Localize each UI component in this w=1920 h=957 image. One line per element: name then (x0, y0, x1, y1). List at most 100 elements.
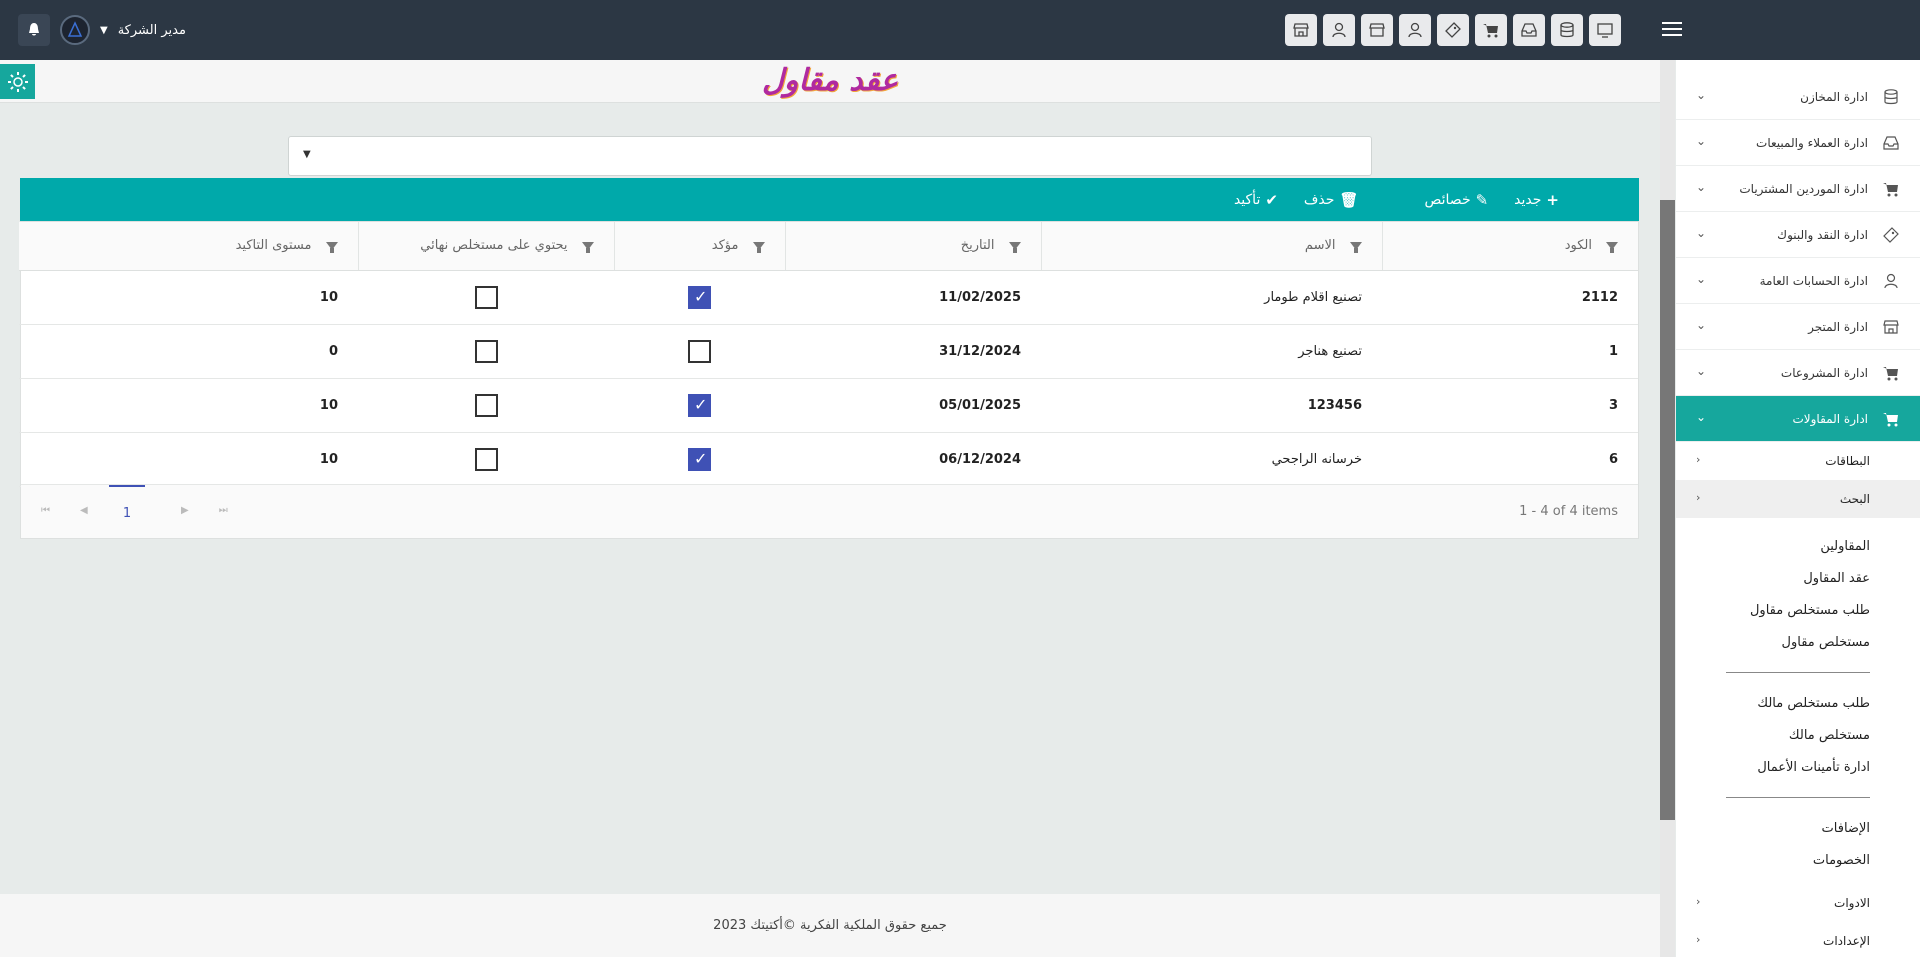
avatar[interactable] (60, 15, 90, 45)
tag-icon[interactable] (1437, 14, 1469, 46)
pager-info: 1 - 4 of 4 items (1519, 504, 1618, 519)
col-header-name[interactable]: الاسم (1040, 222, 1382, 271)
sidebar-link-owner-extract-request[interactable]: طلب مستخلص مالك (1676, 687, 1920, 719)
sidebar-divider (1726, 672, 1870, 673)
col-header-level[interactable]: مستوى التاكيد (19, 222, 358, 271)
sidebar-sub-cards[interactable]: البطاقات ‹ (1676, 442, 1920, 480)
menu-icon[interactable] (1660, 18, 1684, 42)
sidebar-item-contracting[interactable]: ادارة المقاولات ⌄ (1676, 396, 1920, 442)
grid-toolbar: + جديد ✎ خصائص 🗑 حذف ✔ تأكيد (20, 178, 1639, 221)
table-row[interactable]: 6 خرسانه الراجحي 06/12/2024 10 (19, 432, 1638, 487)
has-final-checkbox[interactable] (474, 447, 498, 471)
gear-icon[interactable] (0, 64, 35, 99)
chevron-down-icon[interactable]: ▼ (303, 149, 311, 160)
sidebar-divider (1726, 797, 1870, 798)
sidebar-link-deductions[interactable]: الخصومات (1676, 844, 1920, 876)
sidebar-link-contractor-contract[interactable]: عقد المقاول (1676, 562, 1920, 594)
sidebar-link-contractors[interactable]: المقاولين (1676, 530, 1920, 562)
sidebar-item-suppliers-purchases[interactable]: ادارة الموردين المشتريات ⌄ (1676, 166, 1920, 212)
properties-button[interactable]: ✎ خصائص (1424, 191, 1488, 209)
filter-icon[interactable] (1349, 241, 1362, 253)
user-area: مدير الشركة ▼ (18, 14, 186, 46)
page-header: عقد مقاول (0, 60, 1660, 103)
filter-icon[interactable] (325, 241, 338, 253)
cell-code: 1 (1382, 324, 1638, 379)
sidebar-item-general-accounts[interactable]: ادارة الحسابات العامة ⌄ (1676, 258, 1920, 304)
prev-page-icon[interactable]: ◀ (80, 505, 88, 516)
confirmed-checkbox[interactable] (688, 339, 711, 363)
vertical-scrollbar[interactable] (1660, 60, 1675, 957)
table-row[interactable]: 2112 تصنيع اقلام طومار 11/02/2025 10 (19, 270, 1638, 325)
database-icon[interactable] (1551, 14, 1583, 46)
sidebar-link-work-insurance[interactable]: ادارة تأمينات الأعمال (1676, 751, 1920, 783)
filter-icon[interactable] (1606, 241, 1618, 253)
has-final-checkbox[interactable] (474, 393, 498, 417)
confirmed-checkbox[interactable] (688, 393, 711, 417)
scrollbar-thumb[interactable] (1660, 200, 1675, 820)
confirm-button[interactable]: ✔ تأكيد (1234, 191, 1278, 209)
grid-table: الكود الاسم التاريخ مؤكد يحتوي على مستخل… (19, 222, 1638, 487)
delete-button[interactable]: 🗑 حذف (1304, 191, 1359, 209)
confirm-label: تأكيد (1233, 191, 1261, 208)
user-name[interactable]: مدير الشركة (118, 23, 186, 38)
sidebar-link-contractor-extract-request[interactable]: طلب مستخلص مقاول (1676, 594, 1920, 626)
store-icon[interactable] (1285, 14, 1317, 46)
cell-has-final (358, 270, 614, 325)
user-icon[interactable] (1323, 14, 1355, 46)
cell-confirmed (614, 378, 785, 433)
sidebar-item-projects[interactable]: ادارة المشروعات ⌄ (1676, 350, 1920, 396)
page-number-button[interactable]: 1 (109, 485, 145, 539)
col-header-date[interactable]: التاريخ (784, 222, 1041, 271)
next-page-icon[interactable]: ▶ (181, 505, 189, 516)
sidebar-item-customers-sales[interactable]: ادارة العملاء والمبيعات ⌄ (1676, 120, 1920, 166)
monitor-icon[interactable] (1589, 14, 1621, 46)
sidebar-item-store[interactable]: ادارة المتجر ⌄ (1676, 304, 1920, 350)
chevron-left-icon: ‹ (1696, 491, 1701, 504)
chevron-down-icon[interactable]: ▼ (100, 25, 108, 36)
first-page-icon[interactable]: ⏮ (41, 505, 50, 516)
has-final-checkbox[interactable] (474, 285, 498, 309)
top-bar: مدير الشركة ▼ (0, 0, 1920, 60)
sidebar-sub-label: البحث (1839, 492, 1870, 506)
sidebar-sub-settings[interactable]: الإعدادات ‹ (1676, 922, 1920, 957)
filter-icon[interactable] (1008, 241, 1021, 253)
sidebar-item-warehouses[interactable]: ادارة المخازن ⌄ (1676, 74, 1920, 120)
cart-icon (1880, 178, 1902, 200)
cart-icon[interactable] (1475, 14, 1507, 46)
col-header-confirmed[interactable]: مؤكد (613, 222, 785, 271)
confirmed-checkbox[interactable] (688, 285, 711, 309)
filter-icon[interactable] (581, 241, 594, 253)
delete-label: حذف (1303, 191, 1335, 208)
last-page-icon[interactable]: ⏭ (219, 505, 228, 516)
store-icon[interactable] (1361, 14, 1393, 46)
user-icon[interactable] (1399, 14, 1431, 46)
table-row[interactable]: 3 123456 05/01/2025 10 (19, 378, 1638, 433)
new-button[interactable]: + جديد (1514, 191, 1559, 209)
col-header-code[interactable]: الكود (1381, 222, 1638, 271)
cell-level: 10 (19, 378, 358, 433)
cell-name: خرسانه الراجحي (1041, 432, 1382, 487)
sidebar-link-owner-extract[interactable]: مستخلص مالك (1676, 719, 1920, 751)
cell-confirmed (614, 432, 785, 487)
cell-date: 11/02/2025 (785, 270, 1041, 325)
sidebar-link-contractor-extract[interactable]: مستخلص مقاول (1676, 626, 1920, 658)
filter-icon[interactable] (752, 241, 765, 253)
sidebar-sub-search[interactable]: البحث ‹ (1676, 480, 1920, 518)
sidebar-link-additions[interactable]: الإضافات (1676, 812, 1920, 844)
cart-icon (1880, 408, 1902, 430)
chevron-left-icon: ‹ (1696, 933, 1701, 946)
bell-icon[interactable] (18, 14, 50, 46)
has-final-checkbox[interactable] (474, 339, 498, 363)
sidebar-item-cash-banks[interactable]: ادارة النقد والبنوك ⌄ (1676, 212, 1920, 258)
table-row[interactable]: 1 تصنيع هناجر 31/12/2024 0 (19, 324, 1638, 379)
cell-name: تصنيع هناجر (1041, 324, 1382, 379)
inbox-icon[interactable] (1513, 14, 1545, 46)
sidebar-sub-tools[interactable]: الادوات ‹ (1676, 884, 1920, 922)
top-icon-bar (1285, 14, 1621, 46)
col-header-has-final[interactable]: يحتوي على مستخلص نهائي (357, 222, 614, 271)
col-label: مستوى التاكيد (235, 238, 312, 254)
cell-has-final (358, 432, 614, 487)
filter-dropdown[interactable]: ▼ (288, 136, 1372, 176)
confirmed-checkbox[interactable] (688, 447, 711, 471)
